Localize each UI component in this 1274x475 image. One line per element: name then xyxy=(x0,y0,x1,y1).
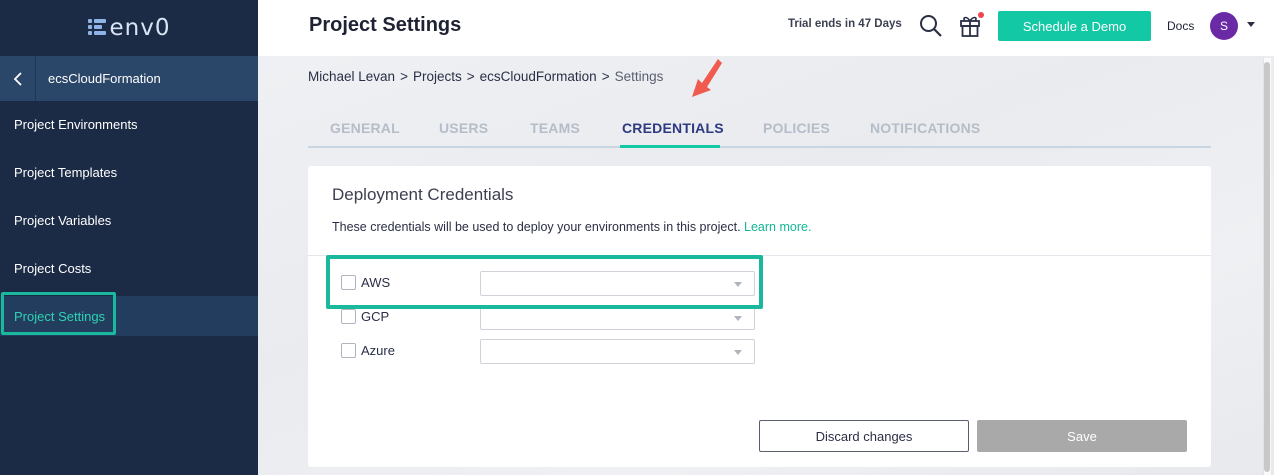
description-text: These credentials will be used to deploy… xyxy=(332,220,741,234)
card-title: Deployment Credentials xyxy=(332,185,514,204)
azure-label: Azure xyxy=(361,343,395,358)
sidebar-item-variables[interactable]: Project Variables xyxy=(0,200,258,240)
page-title: Project Settings xyxy=(309,14,462,36)
active-tab-indicator xyxy=(620,145,720,148)
save-button[interactable]: Save xyxy=(977,420,1187,452)
credential-row-azure: Azure xyxy=(341,339,761,364)
chevron-down-icon xyxy=(734,350,742,355)
breadcrumb-separator: > xyxy=(466,69,475,84)
azure-checkbox[interactable] xyxy=(341,343,356,358)
sidebar: env0 ecsCloudFormation Project Environme… xyxy=(0,0,258,475)
tab-policies[interactable]: POLICIES xyxy=(763,120,830,136)
breadcrumb-separator: > xyxy=(601,69,610,84)
breadcrumb: Michael Levan > Projects > ecsCloudFormation… xyxy=(308,69,663,84)
chevron-down-icon[interactable] xyxy=(1247,22,1255,27)
search-icon[interactable] xyxy=(918,13,944,39)
gift-icon[interactable] xyxy=(957,11,985,39)
tab-credentials[interactable]: CREDENTIALS xyxy=(622,120,724,136)
avatar[interactable]: S xyxy=(1210,12,1238,40)
sidebar-item-environments[interactable]: Project Environments xyxy=(0,104,258,144)
card-description: These credentials will be used to deploy… xyxy=(332,220,811,234)
schedule-demo-button[interactable]: Schedule a Demo xyxy=(998,11,1151,41)
breadcrumb-current: Settings xyxy=(614,69,664,84)
breadcrumb-projects[interactable]: Projects xyxy=(413,69,462,84)
tab-general[interactable]: GENERAL xyxy=(330,120,400,136)
sidebar-item-templates[interactable]: Project Templates xyxy=(0,152,258,192)
discard-changes-button[interactable]: Discard changes xyxy=(759,420,969,452)
top-header: Project Settings Trial ends in 47 Days S… xyxy=(258,0,1274,56)
sidebar-highlight-box xyxy=(1,292,116,335)
annotation-arrow-icon xyxy=(692,59,722,97)
trial-status: Trial ends in 47 Days xyxy=(788,18,902,30)
env0-logo-icon xyxy=(87,19,106,37)
breadcrumb-user[interactable]: Michael Levan xyxy=(308,69,395,84)
azure-credential-select[interactable] xyxy=(480,339,755,364)
tab-teams[interactable]: TEAMS xyxy=(530,120,580,136)
back-button[interactable] xyxy=(0,56,36,101)
breadcrumb-project[interactable]: ecsCloudFormation xyxy=(480,69,597,84)
gcp-label: GCP xyxy=(361,309,390,324)
settings-tabs: GENERAL USERS TEAMS CREDENTIALS POLICIES… xyxy=(308,112,1211,148)
chevron-down-icon xyxy=(734,316,742,321)
project-bar: ecsCloudFormation xyxy=(0,56,258,101)
tab-users[interactable]: USERS xyxy=(439,120,488,136)
sidebar-item-costs[interactable]: Project Costs xyxy=(0,248,258,288)
docs-link[interactable]: Docs xyxy=(1167,19,1194,33)
project-name: ecsCloudFormation xyxy=(48,71,161,86)
breadcrumb-separator: > xyxy=(400,69,408,84)
logo-text: env0 xyxy=(109,15,171,41)
learn-more-link[interactable]: Learn more. xyxy=(744,220,811,234)
aws-highlight-box xyxy=(326,255,763,309)
scrollbar-thumb[interactable] xyxy=(1264,62,1270,472)
logo[interactable]: env0 xyxy=(0,0,258,56)
tab-notifications[interactable]: NOTIFICATIONS xyxy=(870,120,980,136)
gcp-checkbox[interactable] xyxy=(341,309,356,324)
chevron-left-icon xyxy=(13,71,22,86)
